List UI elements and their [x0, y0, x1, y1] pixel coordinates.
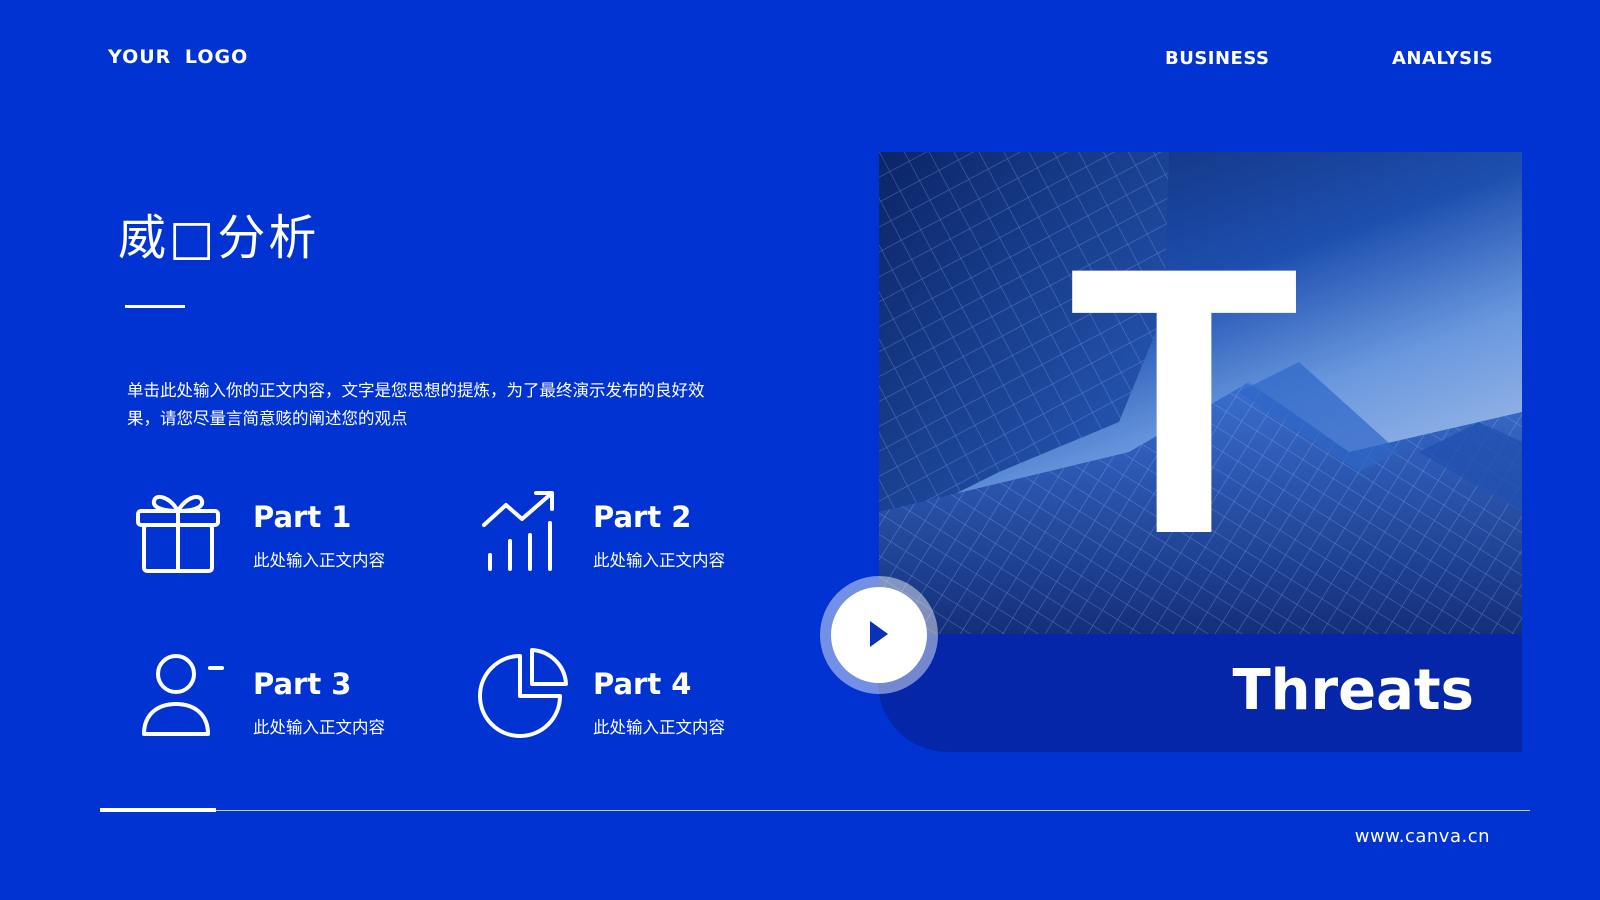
- feature-title-3: Part 3: [253, 667, 352, 701]
- glass-skyscrapers-photo: T: [879, 152, 1522, 634]
- play-button[interactable]: [820, 576, 938, 694]
- logo: YOUR LOGO: [108, 46, 249, 68]
- page-title: 威□分析: [118, 210, 320, 266]
- title-divider: [125, 305, 185, 308]
- feature-title-2: Part 2: [593, 500, 692, 534]
- pie-chart-icon: [476, 644, 572, 740]
- feature-desc-3: 此处输入正文内容: [253, 718, 385, 737]
- feature-desc-4: 此处输入正文内容: [593, 718, 725, 737]
- feature-title-4: Part 4: [593, 667, 692, 701]
- hero-caption: Threats: [1232, 658, 1474, 723]
- nav-analysis[interactable]: ANALYSIS: [1392, 48, 1493, 69]
- feature-desc-1: 此处输入正文内容: [253, 551, 385, 570]
- footer-progress-accent: [100, 808, 216, 812]
- nav-business[interactable]: BUSINESS: [1165, 48, 1269, 69]
- feature-desc-2: 此处输入正文内容: [593, 551, 725, 570]
- body-paragraph: 单击此处输入你的正文内容，文字是您思想的提炼，为了最终演示发布的良好效果，请您尽…: [127, 381, 705, 428]
- gift-icon: [130, 483, 226, 579]
- play-icon: [870, 621, 888, 647]
- user-remove-icon: [130, 648, 226, 744]
- footer-divider: [100, 810, 1530, 811]
- footer-url[interactable]: www.canva.cn: [1355, 826, 1490, 847]
- trend-chart-icon: [476, 483, 572, 579]
- caption-band: Threats: [878, 634, 1522, 752]
- play-button-core: [831, 587, 927, 683]
- feature-title-1: Part 1: [253, 500, 352, 534]
- hero-letter: T: [1068, 188, 1300, 613]
